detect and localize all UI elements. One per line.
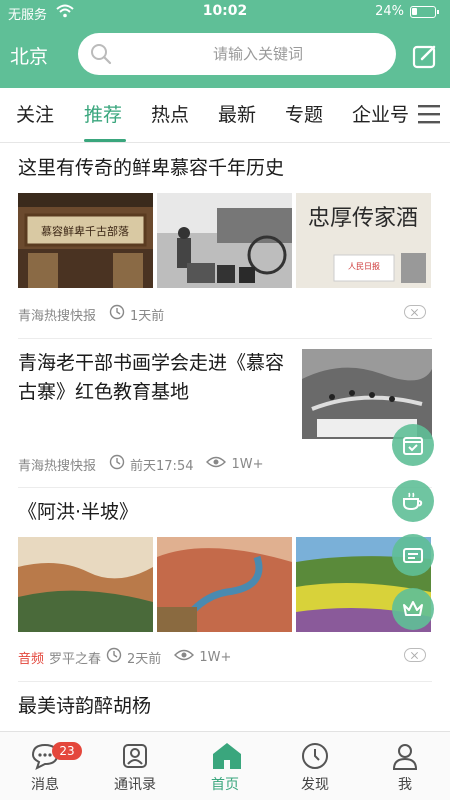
article-image[interactable]: 慕容鲜卑千古部落	[18, 193, 153, 288]
nav-label: 我	[398, 777, 412, 793]
nav-label: 消息	[31, 777, 59, 793]
article-views: 1W+	[231, 456, 264, 472]
home-icon	[211, 742, 241, 770]
article-source[interactable]: 罗平之春	[49, 648, 101, 667]
nav-label: 发现	[301, 777, 329, 793]
article-views: 1W+	[199, 649, 232, 665]
article-image[interactable]: 忠厚传家酒 人民日报	[296, 193, 431, 288]
user-icon	[391, 742, 419, 770]
article-time: 前天17:54	[130, 458, 194, 474]
coffee-cup-icon[interactable]	[392, 480, 434, 522]
nav-me[interactable]: 我	[360, 732, 450, 800]
search-input[interactable]	[128, 33, 388, 75]
city-selector[interactable]: 北京	[10, 42, 48, 69]
compass-icon	[301, 742, 329, 770]
nav-label: 首页	[211, 777, 239, 793]
active-tab-indicator	[84, 139, 126, 142]
eye-icon	[206, 455, 227, 473]
nav-contacts[interactable]: 通讯录	[90, 732, 180, 800]
clock-icon	[106, 647, 122, 667]
calligraphy-text: 忠厚传家酒	[308, 206, 418, 231]
eye-icon	[174, 648, 195, 666]
article-image[interactable]	[157, 537, 292, 632]
article-card[interactable]: 最美诗韵醉胡杨	[18, 682, 432, 731]
article-card[interactable]: 这里有传奇的鲜卑慕容千年历史 慕容鲜卑千古部落 忠厚传家酒人民日报 青海热搜快报…	[18, 143, 432, 339]
tab-follow[interactable]: 关注	[16, 100, 54, 127]
tab-topics[interactable]: 专题	[285, 100, 323, 127]
battery-percent: 24%	[375, 4, 404, 19]
channel-tabs: 关注 推荐 热点 最新 专题 企业号	[0, 88, 450, 143]
ticket-icon[interactable]	[392, 534, 434, 576]
news-feed[interactable]: 这里有传奇的鲜卑慕容千年历史 慕容鲜卑千古部落 忠厚传家酒人民日报 青海热搜快报…	[0, 143, 450, 731]
article-time: 1天前	[130, 308, 165, 324]
audio-tag: 音频	[18, 651, 45, 667]
crown-icon[interactable]	[392, 588, 434, 630]
article-image[interactable]	[157, 193, 292, 288]
clock-icon	[109, 304, 125, 324]
search-box[interactable]	[78, 33, 396, 75]
article-images[interactable]: 慕容鲜卑千古部落 忠厚传家酒人民日报	[18, 193, 432, 288]
menu-icon[interactable]	[418, 104, 440, 128]
article-source[interactable]: 青海热搜快报	[18, 455, 96, 474]
calendar-check-icon[interactable]	[392, 424, 434, 466]
article-time: 2天前	[127, 651, 162, 667]
unread-badge: 23	[52, 742, 82, 760]
nav-label: 通讯录	[114, 777, 156, 793]
article-meta: 青海热搜快报 1天前	[18, 304, 164, 324]
article-title[interactable]: 青海老干部书画学会走进《慕容古寨》红色教育基地	[18, 349, 290, 407]
article-title[interactable]: 这里有传奇的鲜卑慕容千年历史	[18, 154, 432, 183]
clock-icon	[109, 454, 125, 474]
article-card[interactable]: 《阿洪·半坡》 音频 罗平之春 2天前 1W+	[18, 488, 432, 682]
article-title[interactable]: 最美诗韵醉胡杨	[18, 692, 432, 721]
nav-discover[interactable]: 发现	[270, 732, 360, 800]
tab-recommend[interactable]: 推荐	[84, 100, 122, 127]
nav-home[interactable]: 首页	[180, 732, 270, 800]
tab-latest[interactable]: 最新	[218, 100, 256, 127]
edit-icon[interactable]	[412, 43, 438, 73]
article-source[interactable]: 青海热搜快报	[18, 305, 96, 324]
contacts-icon	[121, 742, 149, 770]
newspaper-label: 人民日报	[348, 261, 380, 271]
status-bar: 无服务 10:02 24%	[0, 0, 450, 24]
bottom-nav: 23 消息 通讯录 首页 发现 我	[0, 731, 450, 800]
top-bar: 无服务 10:02 24% 北京	[0, 0, 450, 88]
battery-icon	[410, 6, 439, 18]
tab-enterprise[interactable]: 企业号	[352, 100, 409, 127]
search-icon	[90, 43, 112, 69]
tab-hot[interactable]: 热点	[151, 100, 189, 127]
plaque-text: 慕容鲜卑千古部落	[41, 224, 129, 238]
dismiss-icon[interactable]	[404, 305, 426, 319]
article-image[interactable]	[18, 537, 153, 632]
article-images[interactable]	[18, 537, 432, 632]
article-meta: 音频 罗平之春 2天前 1W+	[18, 647, 231, 667]
article-meta: 青海热搜快报 前天17:54 1W+	[18, 454, 264, 474]
dismiss-icon[interactable]	[404, 648, 426, 662]
article-title[interactable]: 《阿洪·半坡》	[18, 498, 432, 527]
article-card[interactable]: 青海老干部书画学会走进《慕容古寨》红色教育基地 青海热搜快报 前天17:54 1…	[18, 339, 432, 488]
nav-messages[interactable]: 23 消息	[0, 732, 90, 800]
